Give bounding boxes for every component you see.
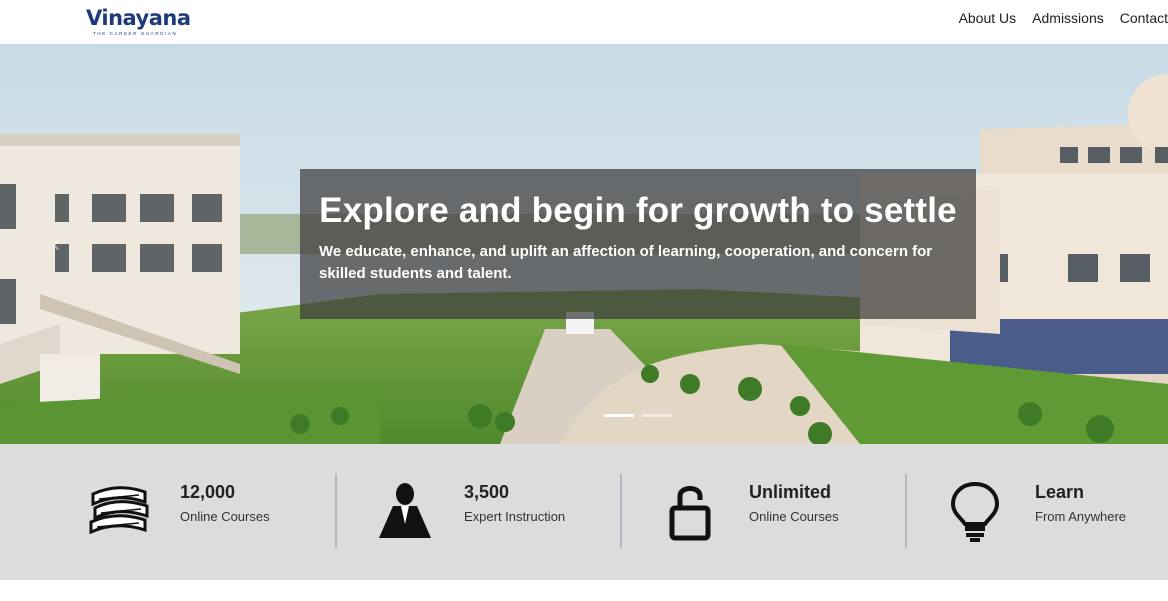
hero-subtitle: We educate, enhance, and uplift an affec…	[319, 243, 933, 282]
carousel-indicators	[604, 414, 672, 417]
stat-number: Learn	[1035, 482, 1085, 502]
hero-title: Explore and begin for growth to settle	[319, 191, 957, 230]
stat-label: From Anywhere	[1035, 509, 1127, 524]
unlock-icon	[669, 486, 711, 541]
carousel-dot-2[interactable]	[642, 414, 672, 417]
stat-item: Unlimited Online Courses	[622, 444, 906, 580]
stat-number: Unlimited	[749, 482, 832, 502]
stat-item: 12,000 Online Courses	[0, 444, 336, 580]
lightbulb-icon	[950, 481, 1000, 542]
main-nav: About Us Admissions Contact	[959, 10, 1168, 26]
logo-tagline: THE CAREER GUARDIAN	[93, 31, 178, 36]
nav-about-us[interactable]: About Us	[959, 10, 1017, 26]
stat-label: Online Courses	[749, 509, 839, 524]
carousel-dot-1[interactable]	[604, 414, 634, 417]
stat-item: 3,500 Expert Instruction	[337, 444, 621, 580]
instructor-icon	[379, 483, 431, 538]
site-header: Vinayana THE CAREER GUARDIAN About Us Ad…	[0, 0, 1168, 44]
stat-number: 12,000	[180, 482, 236, 502]
stat-item: Learn From Anywhere	[907, 444, 1168, 580]
stat-number: 3,500	[464, 482, 510, 502]
stats-bar: 12,000 Online Courses 3,500 Expert Instr…	[0, 444, 1168, 580]
hero-caption: Explore and begin for growth to settle W…	[300, 169, 976, 319]
logo-text: Vinayana	[86, 6, 191, 30]
site-logo[interactable]: Vinayana THE CAREER GUARDIAN	[84, 2, 191, 38]
books-icon	[89, 486, 149, 535]
nav-contact[interactable]: Contact	[1120, 10, 1168, 26]
hero-carousel: ‹ Explore and begin for growth to settle…	[0, 44, 1168, 444]
stat-label: Expert Instruction	[464, 509, 566, 524]
stat-label: Online Courses	[180, 509, 270, 524]
nav-admissions[interactable]: Admissions	[1032, 10, 1104, 26]
carousel-prev-icon[interactable]: ‹	[52, 230, 60, 258]
